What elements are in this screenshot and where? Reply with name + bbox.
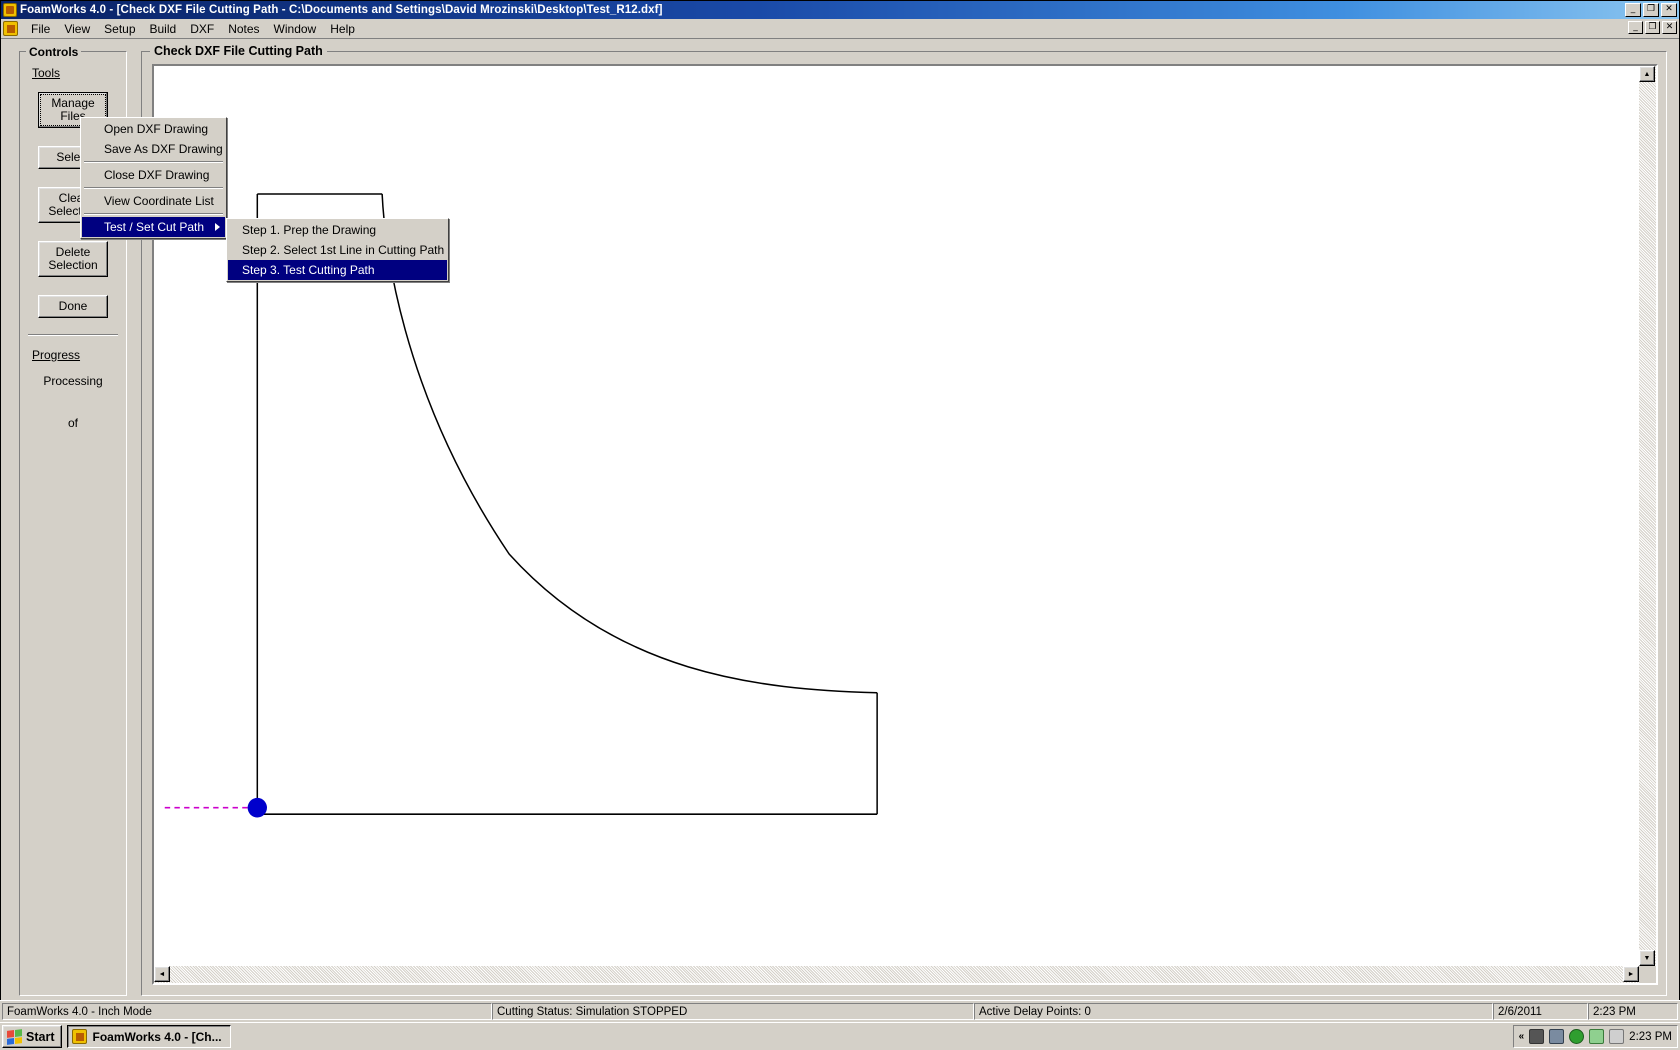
mdi-child-icon[interactable] bbox=[3, 21, 18, 36]
window-caption-buttons: _ ❐ ✕ bbox=[1625, 3, 1678, 17]
menu-separator bbox=[84, 161, 223, 163]
controls-panel-legend: Controls bbox=[26, 45, 81, 59]
progress-of-label: of bbox=[20, 416, 126, 430]
status-active-delay-points: Active Delay Points: 0 bbox=[974, 1003, 1493, 1020]
drawing-canvas-frame: ▲ ▼ ◄ ► bbox=[152, 64, 1658, 985]
chevron-right-icon bbox=[215, 223, 220, 231]
menu-file[interactable]: File bbox=[24, 20, 57, 38]
foamworks-icon bbox=[3, 3, 17, 17]
menu-item-save-as-dxf-drawing[interactable]: Save As DXF Drawing bbox=[82, 139, 225, 159]
printer-icon[interactable] bbox=[1609, 1029, 1624, 1044]
mdi-child-legend: Check DXF File Cutting Path bbox=[150, 44, 327, 58]
controls-divider bbox=[28, 334, 118, 336]
menu-setup[interactable]: Setup bbox=[97, 20, 142, 38]
menu-dxf[interactable]: DXF bbox=[183, 20, 221, 38]
scroll-left-button[interactable]: ◄ bbox=[154, 966, 170, 982]
foamworks-taskbar-icon bbox=[72, 1029, 87, 1044]
system-tray: « 2:23 PM bbox=[1513, 1025, 1678, 1048]
done-button[interactable]: Done bbox=[38, 295, 108, 318]
mdi-minimize-button[interactable]: _ bbox=[1628, 21, 1643, 34]
horizontal-scrollbar[interactable]: ◄ ► bbox=[154, 966, 1639, 983]
menu-item-test-set-cut-path-label: Test / Set Cut Path bbox=[104, 220, 204, 234]
camera-icon[interactable] bbox=[1529, 1029, 1544, 1044]
start-button-label: Start bbox=[26, 1030, 54, 1044]
status-bar: FoamWorks 4.0 - Inch Mode Cutting Status… bbox=[0, 1000, 1680, 1022]
dxf-shape-svg bbox=[154, 66, 1639, 966]
menu-bar: File View Setup Build DXF Notes Window H… bbox=[1, 19, 1679, 39]
update-icon[interactable] bbox=[1589, 1029, 1604, 1044]
taskbar: Start FoamWorks 4.0 - [Ch... « 2:23 PM bbox=[0, 1022, 1680, 1050]
dxf-context-menu[interactable]: Open DXF Drawing Save As DXF Drawing Clo… bbox=[80, 117, 227, 239]
status-time: 2:23 PM bbox=[1588, 1003, 1678, 1020]
mdi-client-area: Controls Tools Manage Files Select Clear… bbox=[1, 39, 1679, 1022]
dxf-drawing-area[interactable] bbox=[154, 66, 1639, 966]
windows-logo-icon bbox=[7, 1029, 22, 1045]
status-cutting-status: Cutting Status: Simulation STOPPED bbox=[492, 1003, 974, 1020]
menu-item-test-set-cut-path[interactable]: Test / Set Cut Path bbox=[82, 217, 225, 237]
window-title: FoamWorks 4.0 - [Check DXF File Cutting … bbox=[20, 4, 1625, 16]
menu-view[interactable]: View bbox=[57, 20, 97, 38]
network-icon[interactable] bbox=[1549, 1029, 1564, 1044]
antivirus-icon[interactable] bbox=[1569, 1029, 1584, 1044]
menu-item-step-3-test-cutting-path[interactable]: Step 3. Test Cutting Path bbox=[228, 260, 447, 280]
mdi-restore-button[interactable]: ❐ bbox=[1645, 21, 1660, 34]
menu-build[interactable]: Build bbox=[143, 20, 184, 38]
taskbar-item-foamworks[interactable]: FoamWorks 4.0 - [Ch... bbox=[67, 1025, 230, 1048]
scroll-up-button[interactable]: ▲ bbox=[1639, 66, 1655, 82]
menu-window[interactable]: Window bbox=[267, 20, 324, 38]
processing-status: Processing bbox=[20, 374, 126, 388]
scroll-right-button[interactable]: ► bbox=[1623, 966, 1639, 982]
cut-path-submenu[interactable]: Step 1. Prep the Drawing Step 2. Select … bbox=[226, 218, 449, 282]
status-mode: FoamWorks 4.0 - Inch Mode bbox=[2, 1003, 492, 1020]
menu-separator bbox=[84, 213, 223, 215]
menu-item-step-1-prep-drawing[interactable]: Step 1. Prep the Drawing bbox=[228, 220, 447, 240]
status-date: 2/6/2011 bbox=[1493, 1003, 1588, 1020]
check-dxf-cutting-path-panel: Check DXF File Cutting Path bbox=[141, 51, 1667, 996]
application-window: FoamWorks 4.0 - [Check DXF File Cutting … bbox=[0, 0, 1680, 1022]
start-button[interactable]: Start bbox=[2, 1025, 62, 1048]
progress-label: Progress bbox=[32, 348, 126, 362]
cut-start-point-marker[interactable] bbox=[248, 798, 267, 818]
title-bar: FoamWorks 4.0 - [Check DXF File Cutting … bbox=[1, 1, 1679, 19]
menu-item-step-2-select-first-line[interactable]: Step 2. Select 1st Line in Cutting Path bbox=[228, 240, 447, 260]
mdi-caption-buttons: _ ❐ ✕ bbox=[1628, 21, 1677, 34]
close-button[interactable]: ✕ bbox=[1661, 3, 1677, 17]
restore-button[interactable]: ❐ bbox=[1643, 3, 1659, 17]
tray-expand-icon[interactable]: « bbox=[1519, 1031, 1525, 1042]
taskbar-item-label: FoamWorks 4.0 - [Ch... bbox=[92, 1030, 221, 1044]
mdi-close-button[interactable]: ✕ bbox=[1662, 21, 1677, 34]
menu-item-view-coordinate-list[interactable]: View Coordinate List bbox=[82, 191, 225, 211]
menu-notes[interactable]: Notes bbox=[221, 20, 266, 38]
vertical-scrollbar[interactable]: ▲ ▼ bbox=[1639, 66, 1656, 966]
delete-selection-button[interactable]: Delete Selection bbox=[38, 241, 108, 277]
tray-clock[interactable]: 2:23 PM bbox=[1629, 1031, 1672, 1043]
menu-item-close-dxf-drawing[interactable]: Close DXF Drawing bbox=[82, 165, 225, 185]
menu-help[interactable]: Help bbox=[323, 20, 362, 38]
scrollbar-corner bbox=[1639, 966, 1656, 983]
shape-curve bbox=[382, 194, 877, 693]
scroll-down-button[interactable]: ▼ bbox=[1639, 950, 1655, 966]
minimize-button[interactable]: _ bbox=[1625, 3, 1641, 17]
tools-label: Tools bbox=[32, 66, 126, 80]
menu-item-open-dxf-drawing[interactable]: Open DXF Drawing bbox=[82, 119, 225, 139]
menu-separator bbox=[84, 187, 223, 189]
